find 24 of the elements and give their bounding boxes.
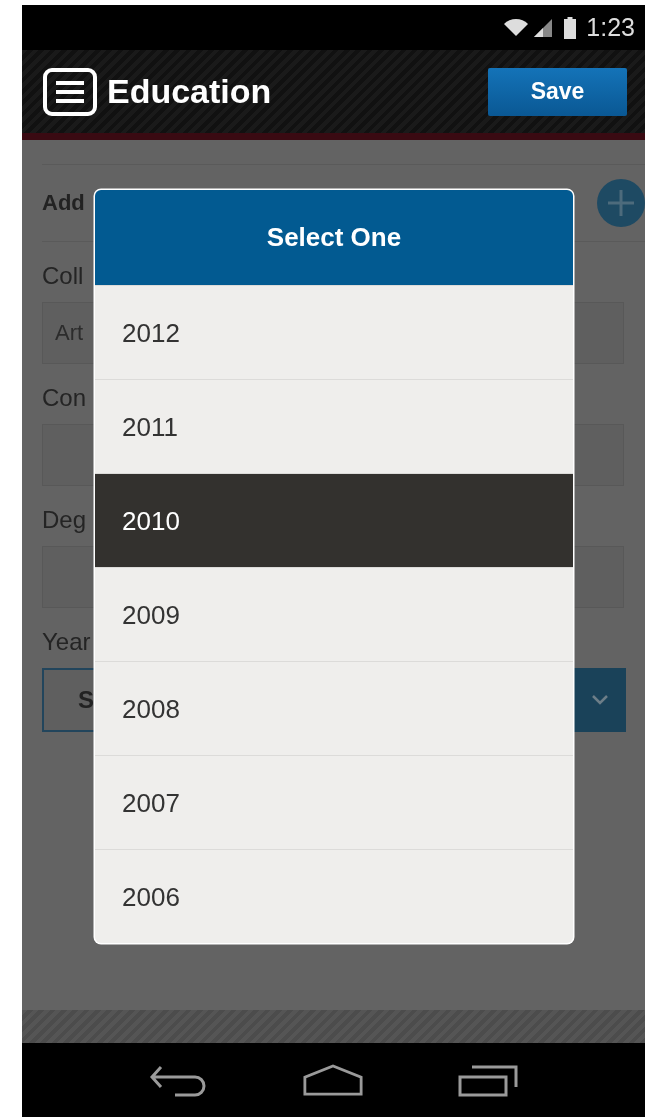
signal-icon: [534, 18, 553, 37]
year-option[interactable]: 2008: [95, 661, 573, 755]
dropdown-button[interactable]: [574, 668, 626, 732]
year-option[interactable]: 2009: [95, 567, 573, 661]
select-value: S: [78, 686, 94, 714]
wifi-icon: [504, 18, 529, 37]
chevron-down-icon: [592, 695, 608, 705]
year-option[interactable]: 2006: [95, 849, 573, 943]
year-option[interactable]: 2012: [95, 285, 573, 379]
year-option[interactable]: 2007: [95, 755, 573, 849]
field-label: Con: [42, 383, 87, 413]
field-label: Deg: [42, 505, 87, 535]
status-time: 1:23: [586, 13, 635, 42]
year-option[interactable]: 2010: [95, 473, 573, 567]
field-label: Year: [42, 627, 91, 657]
field-label: Coll: [42, 261, 84, 291]
dialog-title: Select One: [95, 190, 573, 285]
recent-apps-icon[interactable]: [457, 1063, 518, 1097]
battery-icon: [564, 16, 577, 39]
home-icon[interactable]: [303, 1063, 364, 1097]
screen-title: Education: [107, 72, 273, 111]
add-label: Add: [42, 190, 85, 216]
menu-icon[interactable]: [43, 67, 97, 116]
save-button[interactable]: Save: [488, 67, 627, 116]
